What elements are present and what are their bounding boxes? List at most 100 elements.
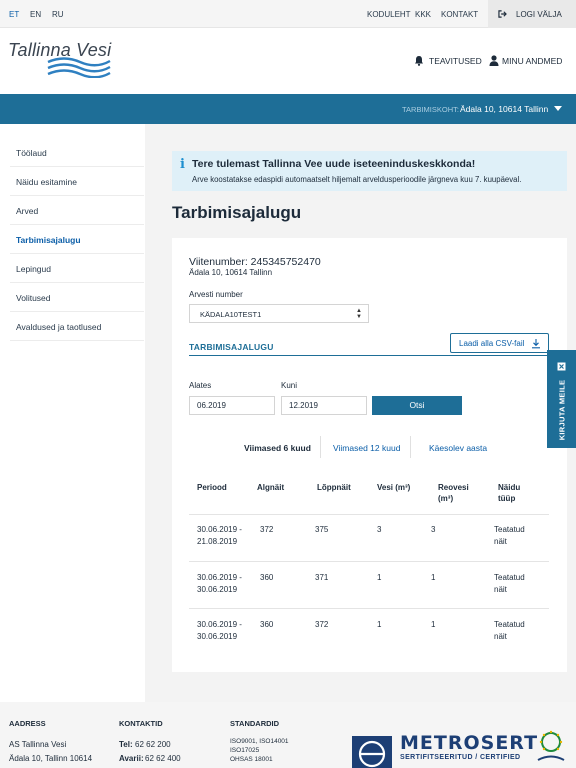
account-address: Ädala 10, 10614 Tallinn [189,268,273,277]
footer-address: Ädala 10, Tallinn 10614 [9,754,93,763]
tab-last-6-months[interactable]: Viimased 6 kuud [244,443,311,453]
metrosert-subtitle: SERTIFITSEERITUD / CERTIFIED [400,754,521,761]
download-icon [532,339,540,349]
cell-start-reading: 372 [260,525,274,534]
tab-divider [410,436,411,458]
metrosert-logo: METROSERT [400,732,539,754]
info-banner [172,151,567,191]
cell-start-reading: 360 [260,573,274,582]
logout-button[interactable]: LOGI VÄLJA [488,0,576,28]
footer-standards-heading: STANDARDID [230,719,280,728]
cell-period-start: 30.06.2019 - [197,620,242,629]
column-end-reading: Lõppnäit [317,483,351,492]
from-date-input[interactable] [189,396,275,415]
cell-water: 1 [377,620,382,629]
consumption-place-select[interactable]: Ädala 10, 10614 Tallinn [460,104,548,114]
table-divider [189,608,549,609]
user-icon[interactable] [489,55,499,66]
footer-emergency-label: Avarii: [119,754,144,763]
meter-label: Arvesti number [189,290,243,299]
cell-period-end: 21.08.2019 [197,537,238,546]
meter-select[interactable]: KÄDALA10TEST1 ▲ ▼ [189,304,369,323]
column-reading-type: Näidu tüüp [498,483,521,503]
section-title: TARBIMISAJALUGU [189,342,274,352]
cell-period-start: 30.06.2019 - [197,573,242,582]
tab-divider [320,436,321,458]
footer-phone[interactable]: 62 62 200 [135,740,171,749]
select-arrows-icon: ▲ ▼ [356,308,362,320]
cell-water: 1 [377,573,382,582]
footer-emergency-phone[interactable]: 62 62 400 [145,754,181,763]
language-et[interactable]: ET [9,10,19,19]
tab-last-12-months[interactable]: Viimased 12 kuud [333,443,400,453]
sidebar-item-applications[interactable]: Avaldused ja taotlused [10,312,144,341]
page-title: Tarbimisajalugu [172,203,302,222]
sidebar-item-contracts[interactable]: Lepingud [10,254,144,283]
sidebar: Töölaud Näidu esitamine Arved Tarbimisaj… [0,124,145,702]
footer-standard: ISO9001, ISO14001 [230,738,289,745]
language-ru[interactable]: RU [52,10,64,19]
profile-link[interactable]: MINU ANDMED [502,56,562,66]
sidebar-item-invoices[interactable]: Arved [10,196,144,225]
metrosert-logo-icon [352,736,392,768]
reference-number: Viitenumber: 245345752470 [189,256,321,268]
consumption-place-label: TARBIMISKOHT: [402,105,459,114]
from-label: Alates [189,381,212,390]
bell-icon[interactable] [414,55,424,66]
cell-end-reading: 372 [315,620,329,629]
logout-icon [498,10,507,18]
footer-contacts-heading: KONTAKTID [119,719,163,728]
footer-address-heading: AADRESS [9,719,46,728]
logout-label: LOGI VÄLJA [516,10,562,19]
link-contact[interactable]: KONTAKT [441,10,478,19]
chevron-down-icon[interactable] [554,106,562,111]
footer-standard: OHSAS 18001 [230,756,273,763]
tab-current-year[interactable]: Käesolev aasta [429,443,487,453]
cell-type-line1: Teatatud [494,620,525,629]
cell-period-end: 30.06.2019 [197,632,238,641]
column-sewage: Reovesi (m³) [438,483,469,503]
cell-type-line2: näit [494,585,507,594]
footer-company: AS Tallinna Vesi [9,740,67,749]
top-bar: ET EN RU KODULEHT KKK KONTAKT LOGI VÄLJA [0,0,576,28]
footer-standard: ISO17025 [230,747,260,754]
link-faq[interactable]: KKK [415,10,431,19]
sidebar-item-authorizations[interactable]: Volitused [10,283,144,312]
table-divider [189,561,549,562]
sidebar-item-submit-reading[interactable]: Näidu esitamine [10,167,144,196]
cell-end-reading: 371 [315,573,329,582]
table-divider [189,514,549,515]
feedback-label: KIRJUTA MEILE [557,379,567,441]
notifications-link[interactable]: TEAVITUSED [429,56,482,66]
cell-sewage: 3 [431,525,436,534]
emas-logo-icon [537,730,565,761]
cell-period-end: 30.06.2019 [197,585,238,594]
cell-water: 3 [377,525,382,534]
column-start-reading: Algnäit [257,483,285,492]
language-en[interactable]: EN [30,10,41,19]
close-icon[interactable] [557,362,566,371]
cell-sewage: 1 [431,573,436,582]
to-date-input[interactable] [281,396,367,415]
info-text: Arve koostatakse edaspidi automaatselt h… [192,175,522,184]
column-period: Periood [197,483,227,492]
cell-type-line2: näit [494,632,507,641]
column-water: Vesi (m³) [377,483,411,492]
cell-type-line1: Teatatud [494,573,525,582]
info-icon: i [180,157,185,172]
to-label: Kuni [281,381,298,390]
sidebar-item-consumption-history[interactable]: Tarbimisajalugu [10,225,144,254]
cell-type-line1: Teatatud [494,525,525,534]
sidebar-item-dashboard[interactable]: Töölaud [10,138,144,167]
search-button[interactable]: Otsi [372,396,462,415]
link-home[interactable]: KODULEHT [367,10,411,19]
cell-end-reading: 375 [315,525,329,534]
csv-download-label: Laadi alla CSV-fail [459,339,525,348]
meter-select-value: KÄDALA10TEST1 [200,310,262,319]
csv-download-button[interactable]: Laadi alla CSV-fail [450,333,549,353]
footer-phone-label: Tel: [119,740,133,749]
section-divider [189,355,549,356]
cell-type-line2: näit [494,537,507,546]
info-title: Tere tulemast Tallinna Vee uude iseteeni… [192,158,476,170]
logo-waves-icon [47,57,111,78]
